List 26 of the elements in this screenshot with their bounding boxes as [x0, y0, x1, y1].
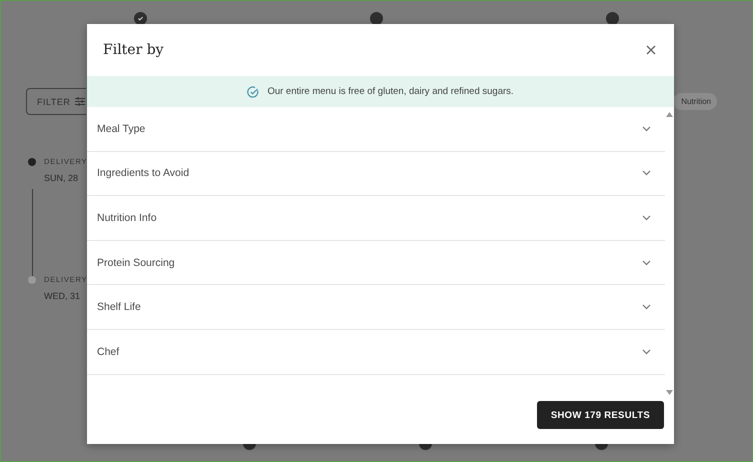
- close-icon[interactable]: [644, 43, 658, 57]
- delivery-date: SUN, 28: [44, 173, 80, 183]
- chevron-icon: [642, 214, 651, 221]
- accordion-item[interactable]: Nutrition Info: [87, 196, 665, 241]
- chevron-icon: [642, 170, 651, 176]
- sliders-icon: [75, 97, 86, 106]
- check-circle-icon: [247, 86, 260, 98]
- scroll-down-icon[interactable]: [666, 390, 673, 395]
- accordion-item[interactable]: Ingredients to Avoid: [87, 152, 665, 196]
- scroll-up-icon[interactable]: [666, 112, 673, 117]
- accordion-item[interactable]: Shelf Life: [87, 285, 665, 330]
- check-circle-icon: [134, 12, 147, 25]
- nutrition-chip[interactable]: Nutrition: [673, 93, 717, 110]
- chevron-icon: [642, 260, 651, 266]
- accordion-item[interactable]: Protein Sourcing: [87, 240, 665, 286]
- step-circle-icon: [606, 12, 619, 25]
- show-results-button[interactable]: SHOW 179 RESULTS: [536, 401, 664, 429]
- chevron-icon: [642, 348, 651, 355]
- step-circle-icon: [370, 12, 383, 25]
- chevron-icon: [642, 304, 651, 310]
- accordion-item[interactable]: Chef: [87, 330, 665, 375]
- dialog-title: Filter by: [103, 42, 164, 58]
- banner-text: Our entire menu is free of gluten, dairy and refined sugars.: [267, 86, 514, 97]
- delivery-date: WED, 31: [44, 291, 82, 301]
- accordion-item[interactable]: Meal Type: [87, 107, 665, 152]
- chevron-icon: [642, 126, 651, 132]
